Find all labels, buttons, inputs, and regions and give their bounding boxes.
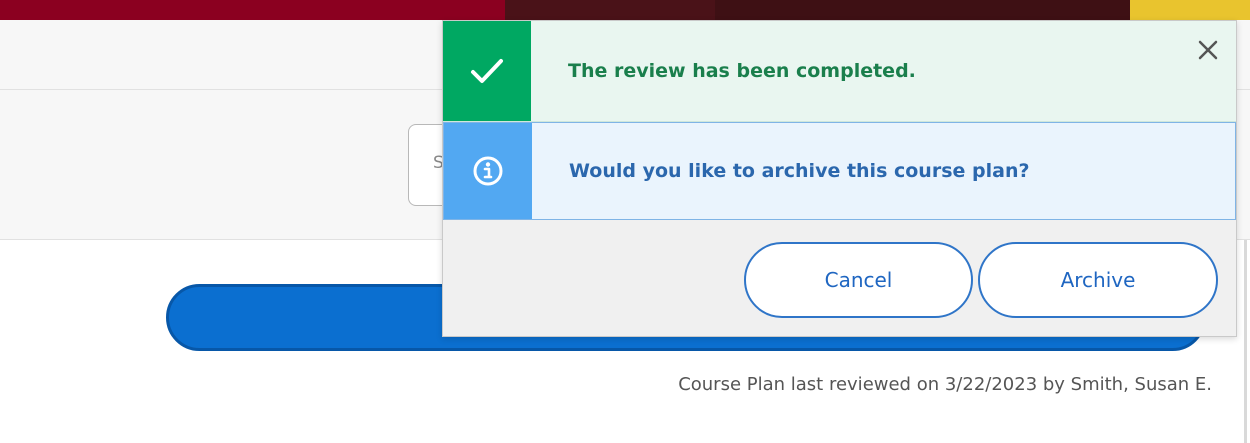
header-segment-dark-1	[505, 0, 715, 20]
close-button[interactable]	[1195, 37, 1221, 63]
info-icon-box	[444, 123, 532, 219]
check-icon	[471, 59, 503, 83]
info-icon	[473, 156, 503, 186]
header-segment-gold	[1130, 0, 1250, 20]
success-message: The review has been completed.	[568, 60, 916, 82]
top-header-bar	[0, 0, 1250, 20]
info-alert: Would you like to archive this course pl…	[443, 122, 1236, 220]
archive-button[interactable]: Archive	[978, 242, 1218, 318]
page-scrollbar[interactable]	[1244, 240, 1247, 443]
dialog-footer: Cancel Archive	[443, 220, 1236, 336]
info-message: Would you like to archive this course pl…	[569, 160, 1030, 182]
header-segment-dark-3	[945, 0, 1130, 20]
close-icon	[1198, 40, 1218, 60]
cancel-button[interactable]: Cancel	[744, 242, 973, 318]
success-alert: The review has been completed.	[443, 21, 1236, 122]
header-segment-red	[0, 0, 505, 20]
header-segment-dark-2	[715, 0, 945, 20]
archive-dialog: The review has been completed. Would you…	[442, 20, 1237, 337]
last-reviewed-text: Course Plan last reviewed on 3/22/2023 b…	[678, 374, 1212, 395]
success-icon-box	[443, 21, 531, 121]
